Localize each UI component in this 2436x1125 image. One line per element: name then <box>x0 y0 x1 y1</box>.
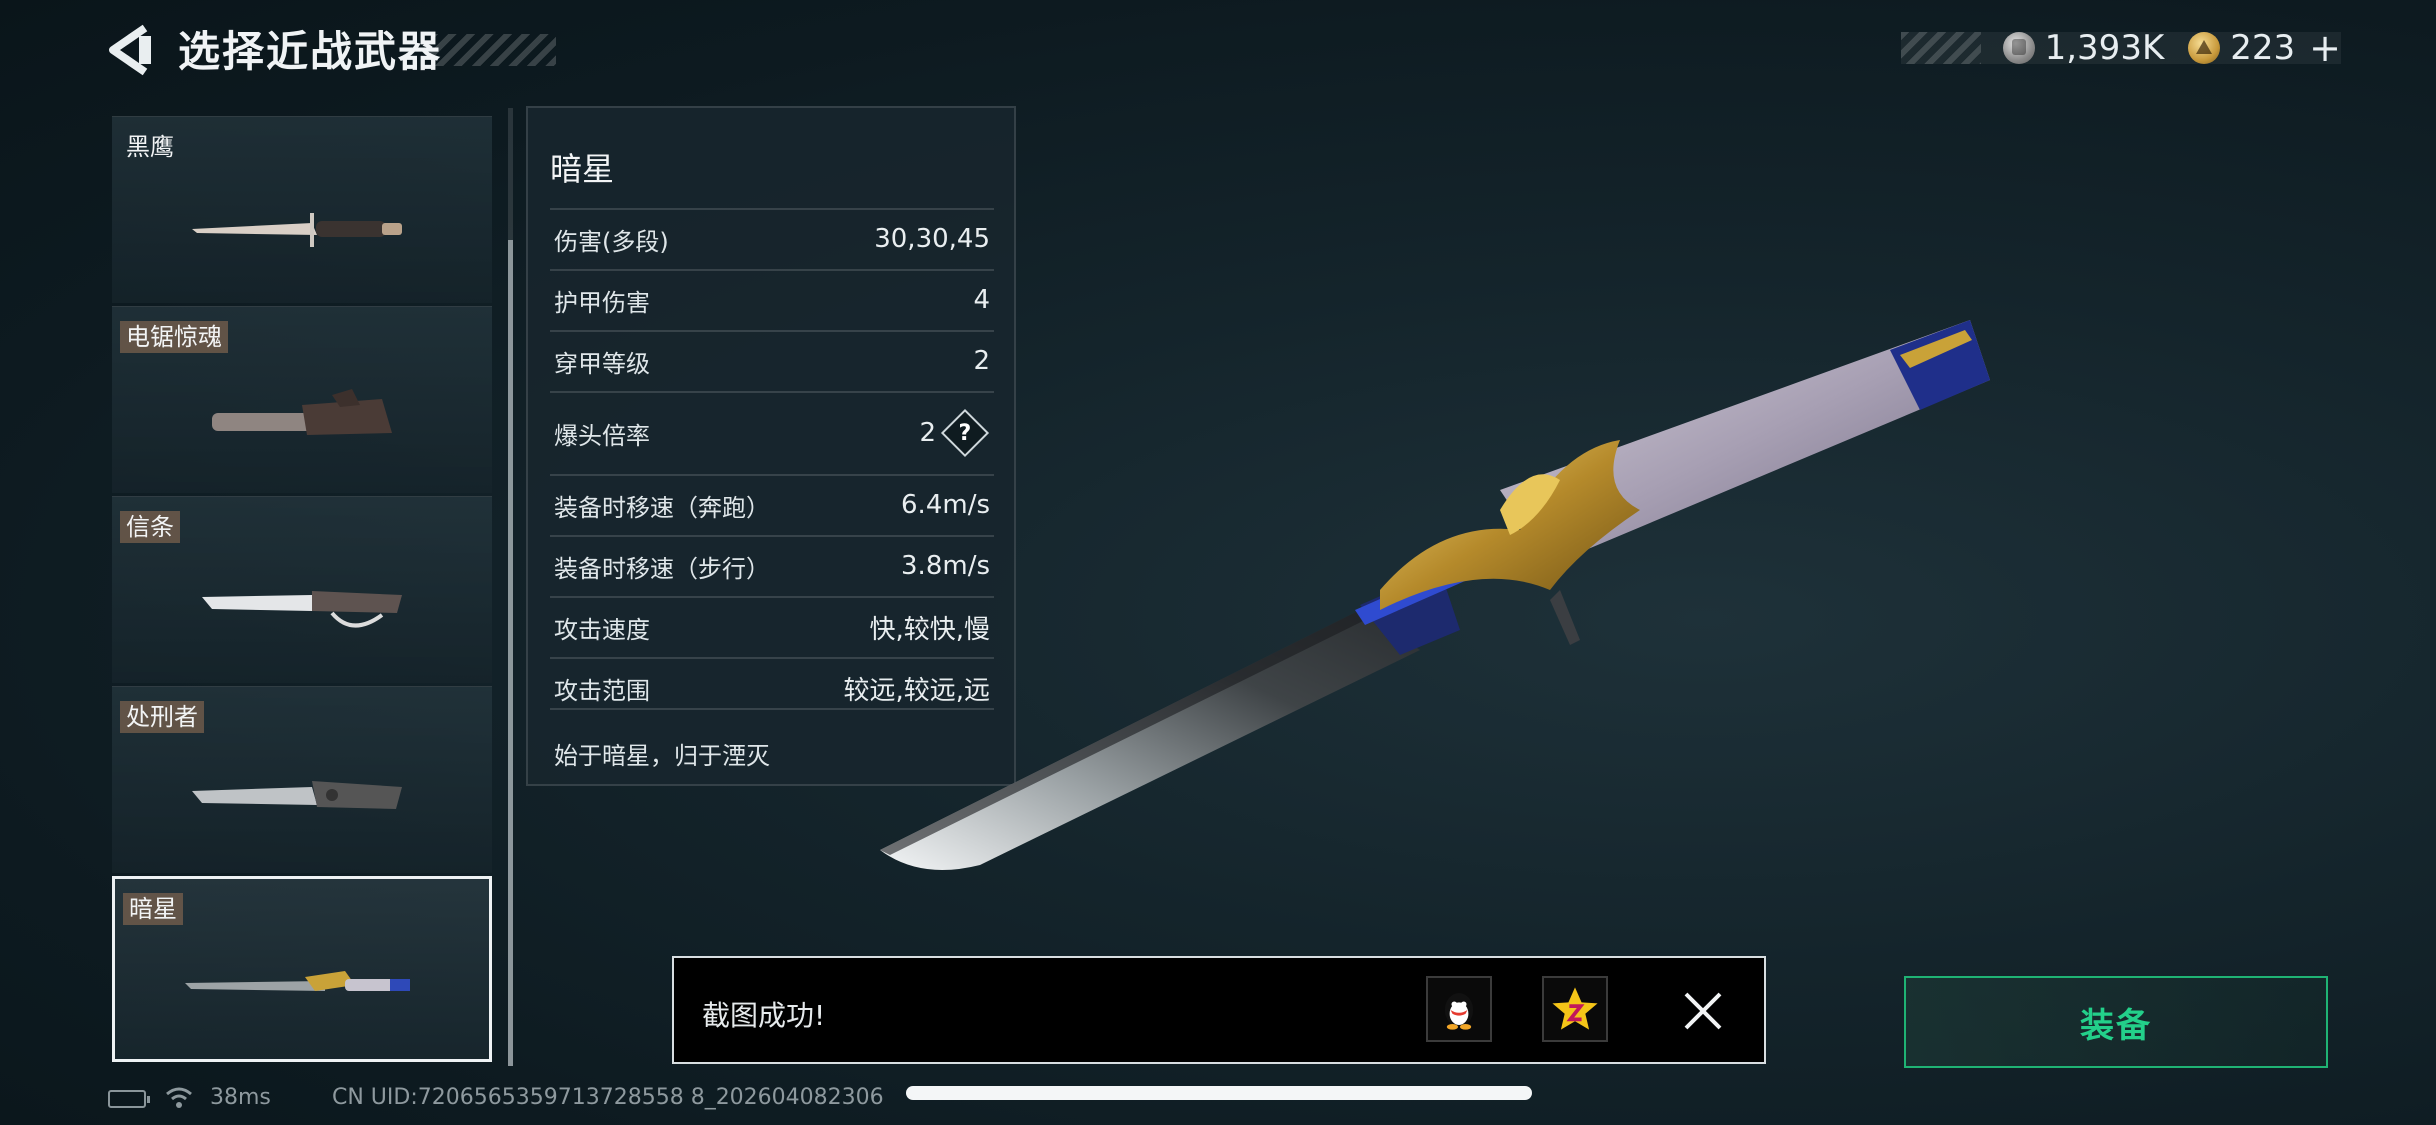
stat-row-damage: 伤害(多段) 30,30,45 <box>550 208 994 268</box>
stat-label: 穿甲等级 <box>554 349 650 378</box>
close-icon[interactable] <box>1678 986 1728 1036</box>
stat-label: 护甲伤害 <box>554 288 650 317</box>
qzone-icon <box>1552 987 1598 1030</box>
stat-label: 攻击范围 <box>554 676 650 705</box>
currency-bar: 1,393K 223 + <box>1901 26 2341 70</box>
weapon-preview-image[interactable] <box>860 320 2000 880</box>
stat-label: 伤害(多段) <box>554 227 669 256</box>
stat-label: 爆头倍率 <box>554 421 650 450</box>
weapon-item-label: 信条 <box>120 511 180 543</box>
silver-coin-icon <box>2002 32 2035 64</box>
stat-label: 攻击速度 <box>554 615 650 644</box>
home-indicator[interactable] <box>906 1086 1532 1100</box>
toast-message: 截图成功! <box>702 999 826 1032</box>
title-decoration <box>430 34 556 66</box>
chainsaw-thumbnail <box>212 389 392 435</box>
equip-button-label: 装备 <box>2080 1005 2152 1046</box>
knife-thumbnail <box>185 971 410 991</box>
gold-coin-amount: 223 <box>2230 28 2296 68</box>
stat-value: 30,30,45 <box>874 224 990 254</box>
knife-thumbnail <box>192 781 402 809</box>
page-title: 选择近战武器 <box>178 27 443 76</box>
stat-label: 装备时移速（步行） <box>554 554 770 583</box>
knife-thumbnail <box>202 591 402 628</box>
screenshot-toast: 截图成功! <box>672 956 1766 1064</box>
wifi-icon <box>166 1087 192 1108</box>
weapon-item-heiying[interactable]: 黑鹰 <box>112 116 492 303</box>
weapon-item-chainsaw[interactable]: 电锯惊魂 <box>112 306 492 493</box>
add-currency-button[interactable]: + <box>2309 26 2341 70</box>
share-qq-button[interactable] <box>1426 976 1492 1042</box>
user-uid: CN UID:7206565359713728558 8_20260408230… <box>332 1085 884 1110</box>
weapon-item-label: 黑鹰 <box>126 133 174 161</box>
weapon-item-executioner[interactable]: 处刑者 <box>112 686 492 873</box>
back-arrow-icon[interactable] <box>105 22 157 78</box>
ping-value: 38ms <box>210 1085 271 1110</box>
weapon-item-label: 暗星 <box>123 893 183 925</box>
stat-label: 装备时移速（奔跑） <box>554 493 770 522</box>
silver-coin-amount: 1,393K <box>2044 28 2165 68</box>
gold-coin-icon <box>2188 32 2221 64</box>
equip-button[interactable]: 装备 <box>1904 976 2328 1068</box>
battery-icon <box>108 1090 150 1108</box>
weapon-description: 始于暗星，归于湮灭 <box>554 742 770 770</box>
weapon-item-label: 电锯惊魂 <box>120 321 228 353</box>
knife-thumbnail <box>192 213 402 247</box>
list-scroll-thumb[interactable] <box>508 240 513 1066</box>
share-qzone-button[interactable] <box>1542 976 1608 1042</box>
weapon-item-label: 处刑者 <box>120 701 204 733</box>
weapon-name: 暗星 <box>550 150 615 188</box>
weapon-item-anxing[interactable]: 暗星 <box>112 876 492 1062</box>
stat-value: 4 <box>973 285 990 315</box>
qq-icon <box>1444 993 1474 1030</box>
weapon-item-xintiao[interactable]: 信条 <box>112 496 492 683</box>
weapon-list[interactable]: 黑鹰 电锯惊魂 信条 处刑者 暗星 <box>112 114 492 1064</box>
